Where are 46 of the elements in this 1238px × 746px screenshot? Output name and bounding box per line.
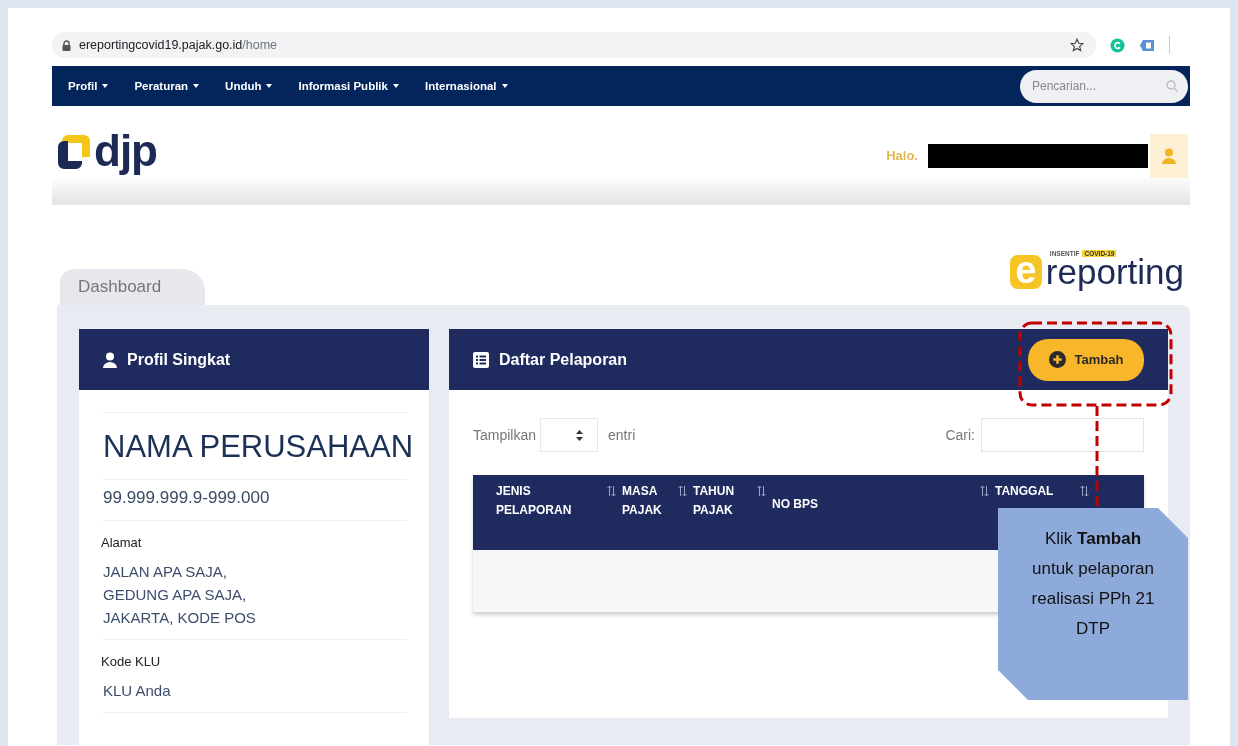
sort-icon[interactable] [757,485,766,497]
star-icon[interactable] [1070,38,1084,52]
list-icon [473,351,489,368]
caret-icon [266,84,273,88]
card-title: Profil Singkat [127,350,231,369]
caret-icon [392,84,399,88]
field-value: JAKARTA, KODE POS [103,608,257,628]
caret-icon [102,84,109,88]
search-label: Cari: [945,427,975,443]
column-header[interactable]: NO BPS [772,495,818,514]
nav-menu-item[interactable]: Informasi Publik [298,80,399,92]
logo-icon [58,132,90,169]
column-header[interactable]: TANGGAL [995,482,1054,501]
greeting-text: Halo. [886,148,918,163]
tax-id-text: 99.999.999.9-999.000 [103,488,271,508]
dashboard-tab[interactable]: Dashboard [60,269,205,305]
card-title: Daftar Pelaporan [499,350,628,369]
table-search-field[interactable] [981,418,1144,452]
plus-circle-icon [1048,351,1066,368]
updown-icon [576,429,584,441]
nav-menu-item[interactable]: Internasional [424,80,508,92]
length-label: Tampilkan [473,427,537,443]
user-icon [103,351,117,368]
callout-note: Klik Tambah untuk pelaporan realisasi PPh 21 DTP [998,508,1188,700]
nav-menu-item[interactable]: Profil [68,80,109,92]
field-value: GEDUNG APA SAJA, [103,585,248,605]
field-value: KLU Anda [103,681,172,701]
nav-menu-item[interactable]: Unduh [225,80,273,92]
caret-icon [501,84,508,88]
field-value: JALAN APA SAJA, [103,562,228,582]
sort-icon[interactable] [607,485,616,497]
extension-icon[interactable] [1139,38,1155,52]
nav-menu-item[interactable]: Peraturan [134,80,200,92]
add-button[interactable]: Tambah [1028,338,1144,381]
sort-icon[interactable] [1080,485,1089,497]
caret-icon [193,84,200,88]
brand-logo-mark: e [1009,255,1042,289]
sort-icon[interactable] [678,485,687,497]
user-icon [1162,147,1176,164]
lock-icon [62,39,71,51]
field-label: Alamat [101,535,143,550]
field-label: Kode KLU [101,654,162,669]
length-suffix: entri [608,427,636,443]
logo-text: djp [94,128,157,173]
search-field[interactable]: Pencarian... [1020,69,1188,103]
sort-icon[interactable] [980,485,989,497]
